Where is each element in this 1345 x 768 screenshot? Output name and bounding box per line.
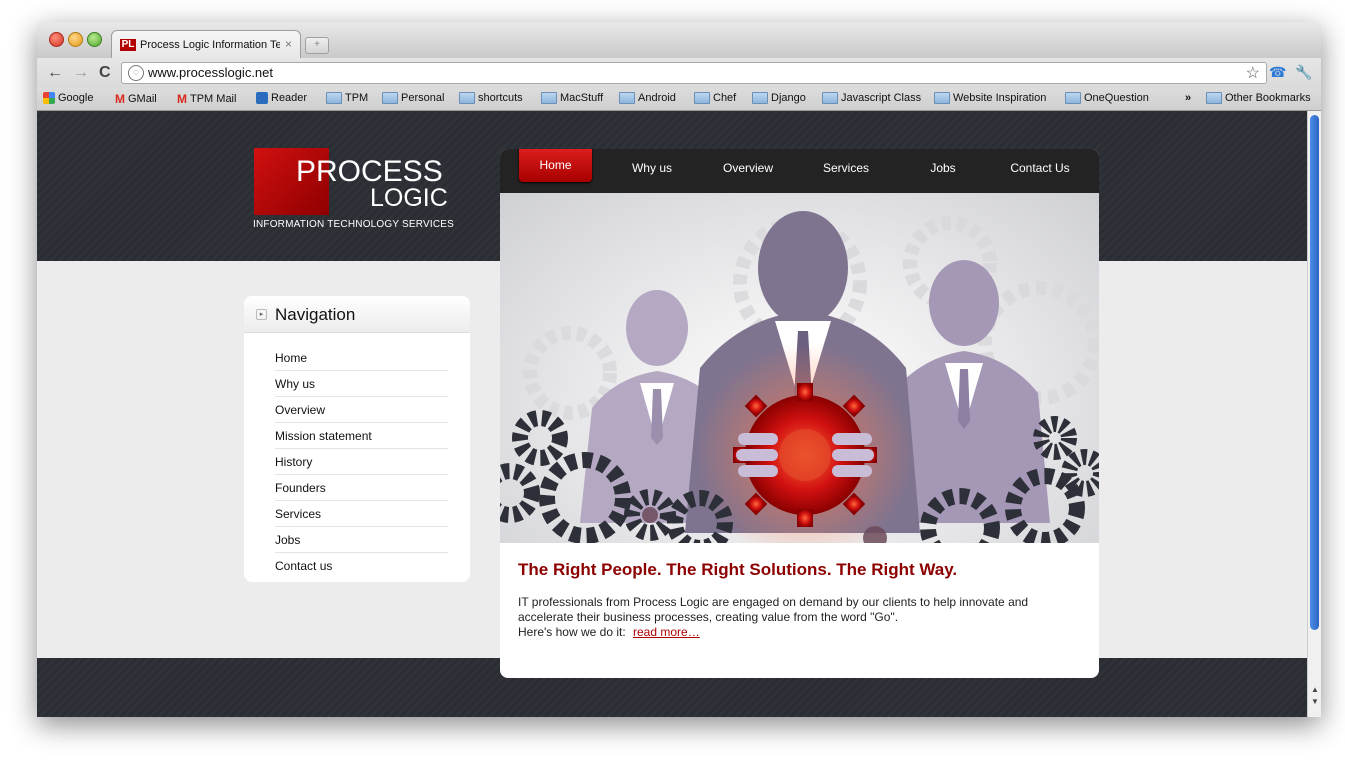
bookmark-reader[interactable]: Reader — [256, 92, 307, 104]
scrollbar-thumb[interactable] — [1310, 115, 1319, 630]
folder-icon — [822, 92, 838, 104]
bookmark-star-icon[interactable]: ☆ — [1246, 63, 1260, 83]
bookmark-folder-website-inspiration[interactable]: Website Inspiration — [934, 92, 1046, 104]
bookmark-google[interactable]: Google — [43, 92, 93, 104]
bookmark-folder-macstuff[interactable]: MacStuff — [541, 92, 603, 104]
sidebar-item-overview[interactable]: Overview — [275, 398, 448, 423]
bookmarks-overflow-chevron-icon[interactable]: » — [1185, 92, 1191, 104]
sidebar-item-why-us[interactable]: Why us — [275, 372, 448, 397]
bookmarks-bar: Google M GMail M TPM Mail Reader TPM Perso… — [37, 88, 1321, 111]
reload-button[interactable]: C — [99, 64, 111, 82]
sidebar-title: Navigation — [275, 305, 356, 324]
logo-tagline: INFORMATION TECHNOLOGY SERVICES — [253, 219, 455, 230]
url-text[interactable]: www.processlogic.net — [148, 65, 273, 80]
bookmark-folder-android[interactable]: Android — [619, 92, 676, 104]
folder-icon — [619, 92, 635, 104]
folder-icon — [326, 92, 342, 104]
how-we-do-it-label: Here's how we do it: — [518, 625, 626, 639]
gmail-icon: M — [177, 92, 187, 106]
scroll-down-arrow-icon[interactable]: ▼ — [1311, 697, 1319, 706]
business-people-gears-illustration — [500, 211, 1099, 543]
forward-button[interactable]: → — [73, 64, 89, 82]
bookmark-folder-django[interactable]: Django — [752, 92, 806, 104]
gmail-icon: M — [115, 92, 125, 106]
folder-icon — [541, 92, 557, 104]
bookmark-folder-personal[interactable]: Personal — [382, 92, 444, 104]
hero-image — [500, 193, 1099, 543]
bookmark-folder-tpm[interactable]: TPM — [326, 92, 368, 104]
bookmark-tpm-mail[interactable]: M TPM Mail — [177, 92, 236, 106]
tab-overview[interactable]: Overview — [712, 149, 784, 193]
globe-icon: ◌ — [128, 65, 144, 81]
tab-contact-us[interactable]: Contact Us — [1002, 149, 1078, 193]
main-panel: Home Why us Overview Services Jobs Conta… — [500, 149, 1099, 678]
browser-toolbar: ← → C ◌ www.processlogic.net ☆ ☎ 🔧 — [37, 58, 1321, 88]
intro-paragraph: IT professionals from Process Logic are … — [518, 595, 1058, 640]
google-icon — [43, 92, 55, 104]
folder-icon — [1206, 92, 1222, 104]
vertical-scrollbar[interactable]: ▲ ▼ — [1307, 111, 1321, 717]
minimize-window-button[interactable] — [68, 32, 83, 47]
tab-services[interactable]: Services — [810, 149, 882, 193]
folder-icon — [694, 92, 710, 104]
sidebar-item-contact-us[interactable]: Contact us — [275, 554, 448, 578]
folder-icon — [459, 92, 475, 104]
close-window-button[interactable] — [49, 32, 64, 47]
tab-why-us[interactable]: Why us — [618, 149, 686, 193]
top-navigation: Home Why us Overview Services Jobs Conta… — [500, 149, 1099, 193]
site-favicon-icon: PL — [120, 39, 136, 51]
folder-icon — [934, 92, 950, 104]
browser-window: PL Process Logic Information Te × + ← → … — [37, 22, 1321, 717]
bookmark-folder-other[interactable]: Other Bookmarks — [1206, 92, 1311, 104]
tab-title: Process Logic Information Te — [140, 39, 280, 51]
sidebar-header: ▸ Navigation — [244, 296, 470, 333]
wrench-icon[interactable]: 🔧 — [1295, 64, 1312, 81]
new-tab-button[interactable]: + — [305, 37, 329, 54]
folder-icon — [752, 92, 768, 104]
page-headline: The Right People. The Right Solutions. T… — [518, 560, 958, 579]
tab-home[interactable]: Home — [519, 149, 592, 182]
bookmark-folder-javascript-class[interactable]: Javascript Class — [822, 92, 921, 104]
sidebar-item-services[interactable]: Services — [275, 502, 448, 527]
reader-icon — [256, 92, 268, 104]
sidebar-list: Home Why us Overview Mission statement H… — [275, 346, 448, 579]
address-bar[interactable]: ◌ www.processlogic.net ☆ — [121, 62, 1267, 84]
bookmark-gmail[interactable]: M GMail — [115, 92, 157, 106]
bookmark-folder-shortcuts[interactable]: shortcuts — [459, 92, 523, 104]
sidebar-item-jobs[interactable]: Jobs — [275, 528, 448, 553]
browser-tab[interactable]: PL Process Logic Information Te × — [111, 30, 301, 59]
tab-jobs[interactable]: Jobs — [910, 149, 976, 193]
extension-phone-icon[interactable]: ☎ — [1269, 64, 1286, 81]
folder-icon — [1065, 92, 1081, 104]
back-button[interactable]: ← — [47, 64, 63, 82]
scroll-up-arrow-icon[interactable]: ▲ — [1311, 685, 1319, 694]
bookmark-folder-onequestion[interactable]: OneQuestion — [1065, 92, 1149, 104]
sidebar-item-mission-statement[interactable]: Mission statement — [275, 424, 448, 449]
triangle-right-icon: ▸ — [256, 309, 267, 320]
bookmark-folder-chef[interactable]: Chef — [694, 92, 736, 104]
maximize-window-button[interactable] — [87, 32, 102, 47]
intro-text: IT professionals from Process Logic are … — [518, 595, 1029, 624]
how-we-do-it-line: Here's how we do it: read more… — [518, 625, 1058, 640]
sidebar-navigation: ▸ Navigation Home Why us Overview Missio… — [244, 296, 470, 582]
sidebar-item-home[interactable]: Home — [275, 346, 448, 371]
page-content: PROCESS LOGIC INFORMATION TECHNOLOGY SER… — [37, 111, 1307, 717]
sidebar-item-history[interactable]: History — [275, 450, 448, 475]
sidebar-item-founders[interactable]: Founders — [275, 476, 448, 501]
logo-logic-text[interactable]: LOGIC — [370, 184, 448, 213]
read-more-link[interactable]: read more… — [633, 625, 700, 639]
tab-close-icon[interactable]: × — [285, 37, 292, 51]
title-bar: PL Process Logic Information Te × + — [37, 22, 1321, 59]
folder-icon — [382, 92, 398, 104]
